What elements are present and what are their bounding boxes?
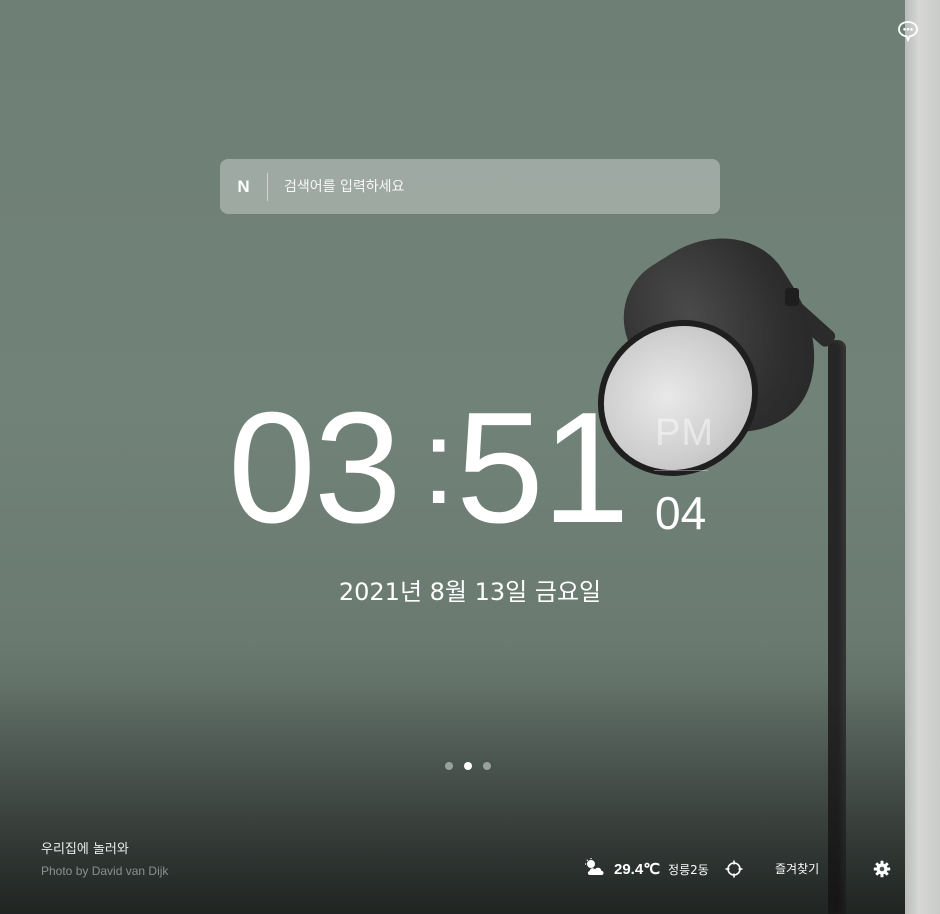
background-wall-edge [905,0,940,914]
date-display: 2021년 8월 13일 금요일 [338,578,602,606]
clock-hours: 03 [228,380,402,556]
search-divider [267,172,268,201]
gear-icon[interactable] [873,860,891,878]
pager-dot[interactable] [445,762,453,770]
naver-logo[interactable]: N [220,159,267,214]
clock-minutes: 51 [456,380,630,556]
cloud-sun-icon [584,858,606,880]
background-pager [445,762,491,770]
photo-credit[interactable]: Photo by David van Dijk [41,864,168,878]
clock-ampm: PM [655,412,714,454]
weather-location: 정릉2동 [668,862,709,877]
weather-temperature: 29.4℃ [614,861,661,878]
pager-dot-active[interactable] [464,762,472,770]
search-input[interactable] [282,165,720,208]
search-bar: N [220,159,720,214]
weather-widget[interactable]: 29.4℃ 정릉2동 [584,858,709,880]
background-title[interactable]: 우리집에 놀러와 [41,838,129,857]
bottom-shade [0,684,905,914]
clock-ampm-divider [654,470,708,471]
clock-seconds: 04 [655,487,707,539]
crosshair-icon[interactable] [725,860,743,878]
lamp-knob [785,288,799,306]
pager-dot[interactable] [483,762,491,770]
chat-bubble-icon[interactable] [896,19,920,43]
clock-separator: : [422,395,455,529]
bookmarks-button[interactable]: 즐겨찾기 [775,860,819,877]
